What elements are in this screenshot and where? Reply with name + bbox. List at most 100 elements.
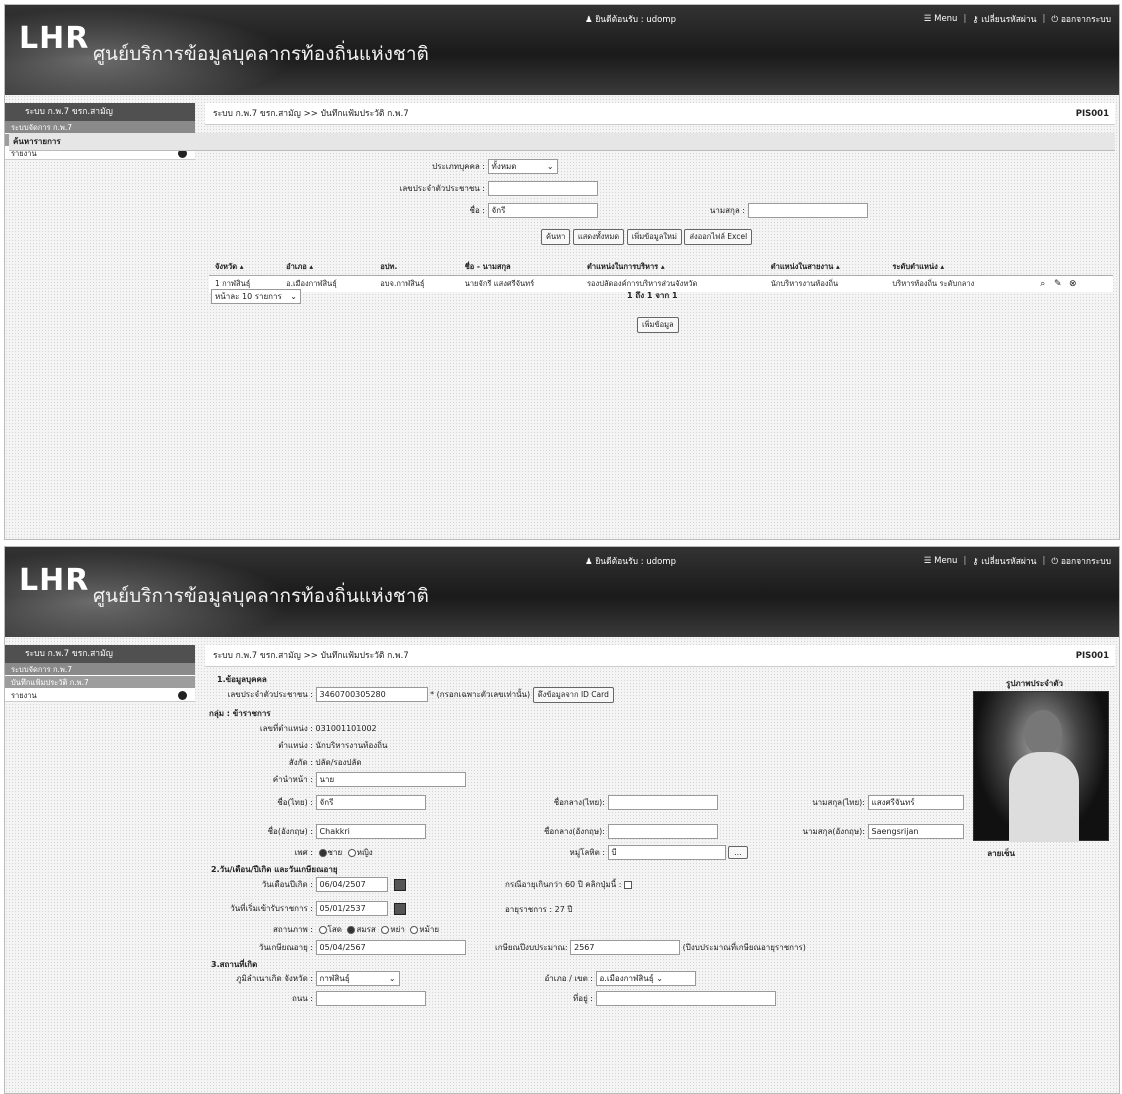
search-screen: LHR ศูนย์บริการข้อมูลบุคลากรท้องถิ่นแห่ง… xyxy=(4,4,1120,540)
menu-link[interactable]: ☰ Menu xyxy=(924,14,958,24)
sidebar-item-record[interactable]: บันทึกแฟ้มประวัติ ก.พ.7 xyxy=(5,676,195,689)
address-input[interactable] xyxy=(595,991,776,1006)
main-content: ระบบ ก.พ.7 ขรก.สามัญ >> บันทึกแฟ้มประวัต… xyxy=(205,645,1115,1093)
add-new-button[interactable]: เพิ่มข้อมูลใหม่ xyxy=(626,229,682,245)
key-icon: ⚷ xyxy=(972,15,979,25)
sidebar: ระบบ ก.พ.7 ขรก.สามัญ ระบบจัดการ ก.พ.7 บั… xyxy=(5,645,195,702)
blood-label: หมู่โลหิต : xyxy=(569,848,605,857)
start-date-input[interactable]: 05/01/2537 xyxy=(315,901,388,916)
search-id-input[interactable] xyxy=(487,181,598,196)
id-input[interactable]: 3460700305280 xyxy=(315,687,428,702)
gender-male-radio[interactable] xyxy=(318,848,327,857)
prefix-select[interactable]: นาย xyxy=(315,772,466,787)
change-password-link[interactable]: ⚷ เปลี่ยนรหัสผ่าน xyxy=(972,554,1036,568)
fiscal-note: (ปีงบประมาณที่เกษียณอายุราชการ) xyxy=(682,943,806,952)
results-table: จังหวัด ▴ อำเภอ ▴ อปท. ชื่อ - นามสกุล ตำ… xyxy=(209,259,1113,292)
change-password-link[interactable]: ⚷ เปลี่ยนรหัสผ่าน xyxy=(972,12,1036,26)
birth-province-select[interactable]: กาฬสินธุ์ ⌄ xyxy=(315,971,400,986)
service-years: อายุราชการ : 27 ปี xyxy=(505,905,573,914)
name-th-input[interactable]: จักรี xyxy=(315,795,426,810)
col-level[interactable]: ระดับตำแหน่ง ▴ xyxy=(886,259,1028,276)
birth-label: วันเดือนปีเกิด : xyxy=(261,880,313,889)
section-birthplace-title: 3.สถานที่เกิด xyxy=(211,960,258,969)
sidebar-item-report[interactable]: รายงาน xyxy=(5,689,195,702)
status-single-radio[interactable] xyxy=(318,925,327,934)
delete-icon[interactable]: ⊗ xyxy=(1067,279,1078,290)
section-personal-title: 1.ข้อมูลบุคคล xyxy=(217,675,267,684)
show-all-button[interactable]: แสดงทั้งหมด xyxy=(572,229,625,245)
id-card-button[interactable]: ดึงข้อมูลจาก ID Card xyxy=(532,687,614,703)
search-surname-input[interactable] xyxy=(747,203,868,218)
over60-checkbox[interactable] xyxy=(624,880,633,889)
site-logo: LHR xyxy=(19,21,90,56)
profile-photo xyxy=(973,691,1109,842)
status-married-radio[interactable] xyxy=(347,925,356,934)
fiscal-label: เกษียณปีงบประมาณ: xyxy=(495,943,568,952)
record-form-screen: LHR ศูนย์บริการข้อมูลบุคลากรท้องถิ่นแห่ง… xyxy=(4,546,1120,1094)
search-section-title: ค้นหารายการ xyxy=(9,133,1115,151)
group-label: กลุ่ม : ข้าราชการ xyxy=(209,709,271,718)
calendar-icon[interactable] xyxy=(394,878,407,891)
affiliation-value: ปลัด/รองปลัด xyxy=(315,758,362,767)
sidebar-system-title: ระบบ ก.พ.7 ขรก.สามัญ xyxy=(5,103,195,121)
page-size-select[interactable]: หน้าละ 10 รายการ ⌄ xyxy=(211,289,301,304)
main-content: ระบบ ก.พ.7 ขรก.สามัญ >> บันทึกแฟ้มประวัต… xyxy=(9,103,1115,539)
middle-th-label: ชื่อกลาง(ไทย): xyxy=(553,798,605,807)
photo-label: รูปภาพประจำตัว xyxy=(1006,679,1063,688)
id-label: เลขประจำตัวประชาชน : xyxy=(227,690,313,699)
search-name-label: ชื่อ : xyxy=(469,206,485,215)
col-admin-position[interactable]: ตำแหน่งในการบริหาร ▴ xyxy=(581,259,765,276)
search-button[interactable]: ค้นหา xyxy=(541,229,571,245)
fiscal-year-input[interactable]: 2567 xyxy=(570,940,681,955)
chevron-down-icon: ⌄ xyxy=(656,974,663,983)
logout-link[interactable]: ⏻ ออกจากระบบ xyxy=(1051,554,1111,568)
name-en-label: ชื่อ(อังกฤษ) : xyxy=(267,827,313,836)
sidebar-item-manage[interactable]: ระบบจัดการ ก.พ.7 xyxy=(5,663,195,676)
middle-en-input[interactable] xyxy=(607,824,718,839)
middle-th-input[interactable] xyxy=(607,795,718,810)
blood-input[interactable]: บี xyxy=(607,845,726,860)
org-name: ศูนย์บริการข้อมูลบุคลากรท้องถิ่นแห่งชาติ xyxy=(93,585,429,607)
logout-link[interactable]: ⏻ ออกจากระบบ xyxy=(1051,12,1111,26)
add-data-button[interactable]: เพิ่มข้อมูล xyxy=(637,317,679,333)
col-name[interactable]: ชื่อ - นามสกุล xyxy=(458,259,581,276)
calendar-icon[interactable] xyxy=(394,902,407,915)
search-id-label: เลขประจำตัวประชาชน : xyxy=(399,184,485,193)
status-widowed-radio[interactable] xyxy=(410,925,419,934)
birth-district-select[interactable]: อ.เมืองกาฬสินธุ์ ⌄ xyxy=(595,971,696,986)
person-type-select[interactable]: ทั้งหมด ⌄ xyxy=(487,159,558,174)
middle-en-label: ชื่อกลาง(อังกฤษ): xyxy=(544,827,605,836)
search-name-input[interactable]: จักรี xyxy=(487,203,598,218)
position-value: นักบริหารงานท้องถิ่น xyxy=(315,741,388,750)
surname-en-input[interactable]: Saengsrijan xyxy=(867,824,964,839)
blood-picker-button[interactable]: … xyxy=(728,846,748,859)
menu-link[interactable]: ☰ Menu xyxy=(924,556,958,566)
expand-icon xyxy=(178,691,187,700)
retire-date-input[interactable]: 05/04/2567 xyxy=(315,940,466,955)
pos-no-label: เลขที่ตำแหน่ง : xyxy=(259,724,313,733)
view-icon[interactable]: ⌕ xyxy=(1037,279,1048,290)
pos-no-value: 031001101002 xyxy=(315,724,377,733)
gender-female-radio[interactable] xyxy=(347,848,356,857)
export-excel-button[interactable]: ส่งออกไฟล์ Excel xyxy=(684,229,753,245)
edit-icon[interactable]: ✎ xyxy=(1052,279,1063,290)
menu-icon: ☰ xyxy=(923,14,932,24)
section-birth-title: 2.วัน/เดือน/ปีเกิด และวันเกษียณอายุ xyxy=(211,865,338,874)
col-province[interactable]: จังหวัด ▴ xyxy=(209,259,281,276)
col-org[interactable]: อปท. xyxy=(374,259,459,276)
chevron-down-icon: ⌄ xyxy=(290,292,297,301)
col-district[interactable]: อำเภอ ▴ xyxy=(280,259,375,276)
col-line-position[interactable]: ตำแหน่งในสายงาน ▴ xyxy=(764,259,887,276)
power-icon: ⏻ xyxy=(1051,15,1059,25)
status-label: สถานภาพ : xyxy=(273,925,313,934)
birth-date-input[interactable]: 06/04/2507 xyxy=(315,877,388,892)
surname-th-input[interactable]: แสงศรีจันทร์ xyxy=(867,795,964,810)
name-en-input[interactable]: Chakkri xyxy=(315,824,426,839)
header-banner: LHR ศูนย์บริการข้อมูลบุคลากรท้องถิ่นแห่ง… xyxy=(5,547,1119,637)
name-th-label: ชื่อ(ไทย) : xyxy=(277,798,313,807)
street-input[interactable] xyxy=(315,991,426,1006)
user-icon: ♟ xyxy=(585,557,593,567)
welcome-user: ♟ ยินดีต้อนรับ : udomp xyxy=(585,15,676,25)
status-divorced-radio[interactable] xyxy=(381,925,390,934)
retire-label: วันเกษียณอายุ : xyxy=(258,943,313,952)
